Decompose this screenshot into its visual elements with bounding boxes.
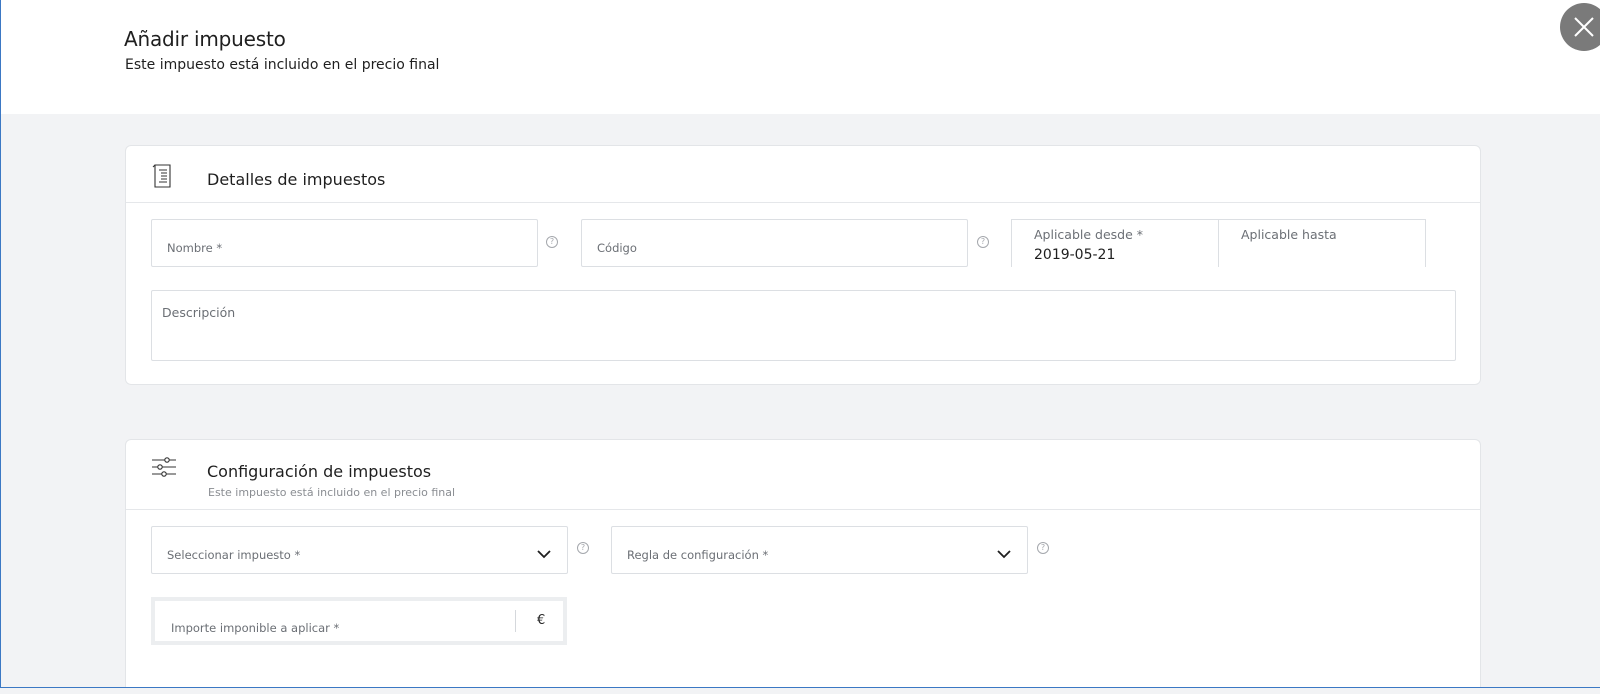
tax-details-title: Detalles de impuestos <box>207 170 386 189</box>
receipt-icon <box>151 163 177 193</box>
name-help-icon[interactable]: ? <box>546 236 558 248</box>
description-field[interactable]: Descripción <box>151 290 1456 361</box>
chevron-down-icon <box>537 544 551 563</box>
config-rule-select[interactable]: Regla de configuración * <box>611 526 1028 574</box>
config-rule-label: Regla de configuración * <box>627 548 769 562</box>
tax-config-title: Configuración de impuestos <box>207 462 432 481</box>
applicable-from-label: Aplicable desde * <box>1034 227 1144 242</box>
tax-details-header: Detalles de impuestos <box>126 146 1480 203</box>
name-field[interactable]: Nombre * <box>151 219 538 267</box>
tax-select-label: Seleccionar impuesto * <box>167 548 301 562</box>
page-title: Añadir impuesto <box>124 27 286 51</box>
currency-symbol: € <box>537 613 546 628</box>
chevron-down-icon <box>997 544 1011 563</box>
tax-config-header: Configuración de impuestos Este impuesto… <box>126 440 1480 510</box>
name-field-label: Nombre * <box>167 241 223 255</box>
tax-config-hint: Este impuesto está incluido en el precio… <box>208 486 456 499</box>
close-icon <box>1574 17 1594 37</box>
applicable-to-field[interactable]: Aplicable hasta <box>1218 219 1426 267</box>
code-help-icon[interactable]: ? <box>977 236 989 248</box>
code-field[interactable]: Código <box>581 219 968 267</box>
page-subtitle: Este impuesto está incluido en el precio… <box>125 57 440 73</box>
applicable-from-field[interactable]: Aplicable desde * 2019-05-21 <box>1011 219 1219 267</box>
sliders-icon <box>151 457 177 483</box>
modal-window: Añadir impuesto Este impuesto está inclu… <box>0 0 1600 688</box>
tax-select[interactable]: Seleccionar impuesto * <box>151 526 568 574</box>
modal-header: Añadir impuesto Este impuesto está inclu… <box>1 0 1600 114</box>
taxable-amount-label: Importe imponible a aplicar * <box>171 621 340 635</box>
applicable-from-value: 2019-05-21 <box>1034 247 1116 263</box>
close-button[interactable] <box>1560 3 1600 51</box>
taxable-amount-field[interactable]: Importe imponible a aplicar * € <box>151 597 567 645</box>
tax-select-help-icon[interactable]: ? <box>577 542 589 554</box>
code-field-label: Código <box>597 241 637 255</box>
description-label: Descripción <box>162 305 236 320</box>
currency-divider <box>515 610 516 632</box>
config-rule-help-icon[interactable]: ? <box>1037 542 1049 554</box>
applicable-to-label: Aplicable hasta <box>1241 227 1337 242</box>
